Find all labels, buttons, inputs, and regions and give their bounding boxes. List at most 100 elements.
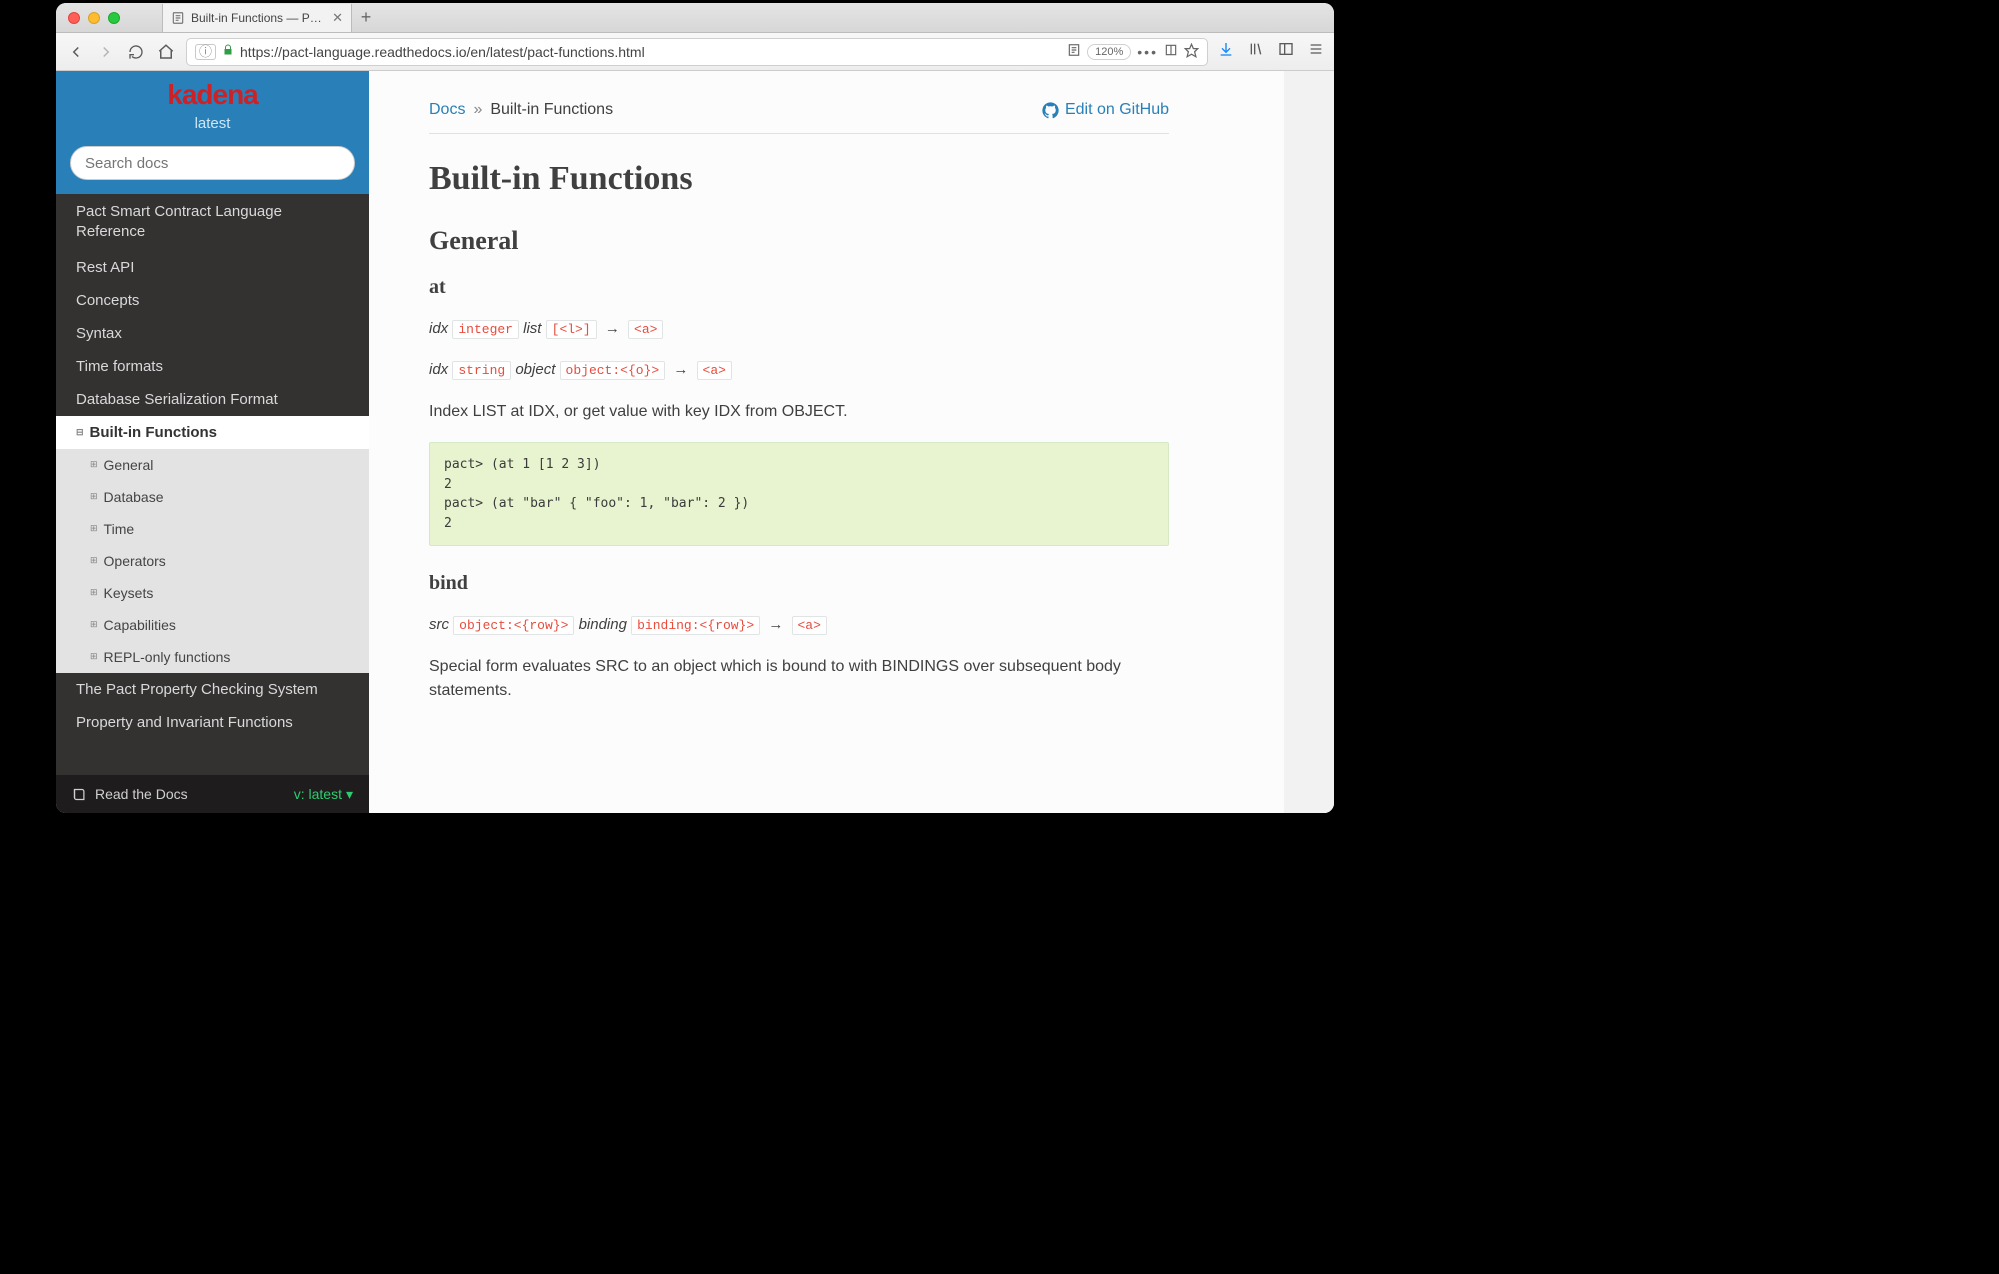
nav-item[interactable]: The Pact Property Checking System: [56, 673, 369, 706]
page-icon: [171, 11, 185, 25]
github-link-label: Edit on GitHub: [1065, 101, 1169, 119]
nav-item-label: Time: [104, 521, 135, 537]
page-title: Built-in Functions: [429, 160, 1169, 198]
sig-param: src: [429, 616, 449, 633]
reader-mode-icon[interactable]: [1067, 43, 1081, 60]
nav-item[interactable]: Rest API: [56, 251, 369, 284]
window-controls: [56, 12, 132, 24]
collapse-icon: ⊟: [76, 427, 84, 438]
breadcrumb-row: Docs » Built-in Functions Edit on GitHub: [429, 101, 1169, 119]
sig-type: [<l>]: [546, 320, 597, 339]
close-window-button[interactable]: [68, 12, 80, 24]
sig-param: list: [523, 320, 541, 337]
code-block-at: pact> (at 1 [1 2 3]) 2 pact> (at "bar" {…: [429, 442, 1169, 546]
sig-type: object:<{o}>: [560, 361, 666, 380]
sig-type: <a>: [697, 361, 732, 380]
nav-item-label: Capabilities: [104, 617, 176, 633]
caret-down-icon: ▾: [346, 786, 353, 803]
browser-tab[interactable]: Built-in Functions — Pact Lang… ✕: [162, 4, 352, 32]
nav-item-label: Operators: [104, 553, 166, 569]
at-description: Index LIST at IDX, or get value with key…: [429, 400, 1169, 425]
breadcrumb-docs-link[interactable]: Docs: [429, 101, 465, 119]
expand-icon: ⊞: [90, 587, 98, 598]
sidebar-toggle-icon[interactable]: [1278, 41, 1294, 62]
home-button[interactable]: [156, 43, 176, 61]
minimize-window-button[interactable]: [88, 12, 100, 24]
menu-button[interactable]: [1308, 41, 1324, 62]
arrow-icon: →: [768, 616, 783, 633]
sig-type: <a>: [792, 616, 827, 635]
nav-subitem[interactable]: ⊞Keysets: [56, 577, 369, 609]
url-text: https://pact-language.readthedocs.io/en/…: [240, 44, 1061, 60]
nav-item-label: Database: [104, 489, 164, 505]
nav-subitem[interactable]: ⊞ Operators: [56, 545, 369, 577]
nav-subitem[interactable]: ⊞ General: [56, 449, 369, 481]
expand-icon: ⊞: [90, 555, 98, 566]
rtd-version: v: latest: [294, 786, 342, 802]
nav-item[interactable]: Pact Smart Contract Language Reference: [56, 194, 369, 251]
nav-item[interactable]: Syntax: [56, 317, 369, 350]
sig-type: <a>: [628, 320, 663, 339]
expand-icon: ⊞: [90, 491, 98, 502]
library-icon[interactable]: [1248, 41, 1264, 62]
expand-icon: ⊞: [90, 619, 98, 630]
nav-item-current[interactable]: ⊟ Built-in Functions: [56, 416, 369, 449]
docs-sidebar: kadena latest Pact Smart Contract Langua…: [56, 71, 369, 813]
brand-logo[interactable]: kadena: [56, 79, 369, 111]
nav-item[interactable]: Property and Invariant Functions: [56, 706, 369, 739]
expand-icon: ⊞: [90, 523, 98, 534]
version-label: latest: [56, 111, 369, 144]
rtd-flyout[interactable]: Read the Docs v: latest ▾: [56, 775, 369, 813]
scroll-gutter: [1284, 71, 1334, 813]
zoom-window-button[interactable]: [108, 12, 120, 24]
bind-description: Special form evaluates SRC to an object …: [429, 655, 1169, 705]
nav-item-label: Built-in Functions: [90, 424, 217, 441]
arrow-icon: →: [673, 361, 688, 378]
nav-item-label: General: [104, 457, 154, 473]
site-info-button[interactable]: ⓘ: [195, 44, 216, 60]
zoom-badge[interactable]: 120%: [1087, 44, 1131, 60]
page-actions-ellipsis[interactable]: •••: [1137, 44, 1158, 60]
breadcrumb-separator: »: [473, 101, 482, 119]
nav-item[interactable]: Database Serialization Format: [56, 383, 369, 416]
sig-type: binding:<{row}>: [631, 616, 760, 635]
forward-button[interactable]: [96, 43, 116, 61]
browser-window: Built-in Functions — Pact Lang… ✕ + ⓘ ht…: [56, 3, 1334, 813]
nav-item[interactable]: Concepts: [56, 284, 369, 317]
section-heading-general: General: [429, 226, 1169, 256]
section-heading-at: at: [429, 276, 1169, 299]
address-bar[interactable]: ⓘ https://pact-language.readthedocs.io/e…: [186, 38, 1208, 66]
expand-icon: ⊞: [90, 459, 98, 470]
sig-param: object: [515, 361, 555, 378]
close-tab-button[interactable]: ✕: [332, 10, 343, 26]
nav-subitem[interactable]: ⊞ REPL-only functions: [56, 641, 369, 673]
logo-area: kadena latest: [56, 71, 369, 146]
reload-button[interactable]: [126, 44, 146, 60]
breadcrumb: Docs » Built-in Functions: [429, 101, 613, 119]
divider: [429, 133, 1169, 134]
new-tab-button[interactable]: +: [352, 7, 380, 28]
search-input[interactable]: [70, 146, 355, 180]
breadcrumb-current: Built-in Functions: [490, 101, 613, 119]
nav-subitem[interactable]: ⊞ Database: [56, 481, 369, 513]
signature-bind: src object:<{row}> binding binding:<{row…: [429, 613, 1169, 636]
sig-type: object:<{row}>: [453, 616, 574, 635]
nav-item[interactable]: Time formats: [56, 350, 369, 383]
github-icon: [1042, 102, 1059, 119]
bookmark-star-icon[interactable]: [1184, 43, 1199, 61]
signature-at-2: idx string object object:<{o}> → <a>: [429, 358, 1169, 381]
downloads-icon[interactable]: [1218, 41, 1234, 62]
expand-icon: ⊞: [90, 651, 98, 662]
nav-subitem[interactable]: ⊞ Time: [56, 513, 369, 545]
browser-toolbar: ⓘ https://pact-language.readthedocs.io/e…: [56, 33, 1334, 71]
back-button[interactable]: [66, 43, 86, 61]
nav-item-label: REPL-only functions: [104, 649, 231, 665]
edit-on-github-link[interactable]: Edit on GitHub: [1042, 101, 1169, 119]
nav-subitem[interactable]: ⊞ Capabilities: [56, 609, 369, 641]
sig-param: binding: [579, 616, 627, 633]
tab-title: Built-in Functions — Pact Lang…: [191, 11, 326, 25]
sig-type: integer: [452, 320, 519, 339]
main-content: Docs » Built-in Functions Edit on GitHub…: [369, 71, 1284, 813]
lock-icon: [222, 43, 234, 60]
container-icon[interactable]: [1164, 43, 1178, 60]
